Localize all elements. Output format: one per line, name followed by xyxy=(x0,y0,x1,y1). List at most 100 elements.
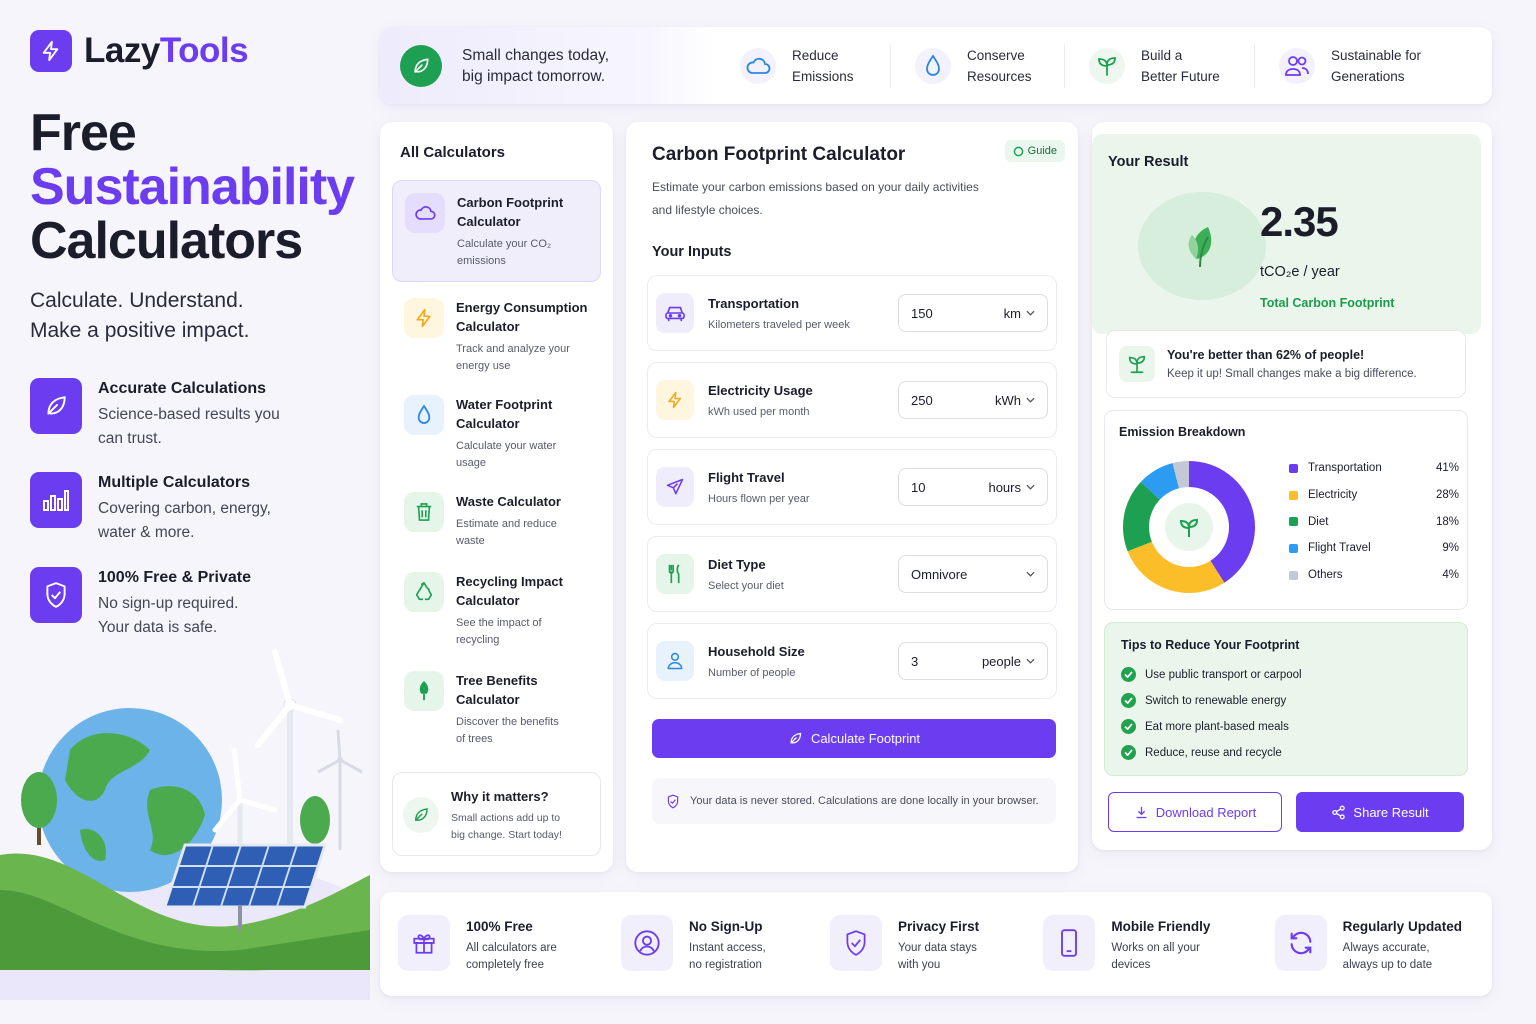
household-input[interactable]: 3 people xyxy=(898,642,1048,680)
input-row-flight: Flight Travel Hours flown per year 10 hour… xyxy=(647,449,1057,525)
calculator-title: Carbon Footprint Calculator xyxy=(652,144,906,165)
bottom-feature-mobile: Mobile Friendly Works on all your devices xyxy=(1043,914,1210,974)
hero-subtitle: Calculate. Understand. Make a positive i… xyxy=(30,289,250,342)
cloud-icon xyxy=(740,47,776,84)
legend-swatch xyxy=(1289,570,1298,580)
tip-item: Eat more plant-based meals xyxy=(1121,719,1289,734)
chevron-down-icon xyxy=(1026,484,1035,490)
droplet-icon xyxy=(404,395,444,435)
chevron-down-icon xyxy=(1026,310,1035,316)
tip-item: Switch to renewable energy xyxy=(1121,693,1286,708)
input-row-diet: Diet Type Select your diet Omnivore xyxy=(647,536,1057,612)
share-result-button[interactable]: Share Result xyxy=(1296,792,1464,832)
shield-check-icon xyxy=(830,914,883,971)
legend-item: Flight Travel 9% xyxy=(1289,535,1459,562)
bottom-feature-updated: Regularly Updated Always accurate, always … xyxy=(1274,914,1462,974)
legend-item: Others 4% xyxy=(1289,562,1459,589)
result-panel: Your Result 2.35 tCO₂e / year Total Carb… xyxy=(1092,122,1492,850)
tree-icon xyxy=(404,671,444,711)
unit-select[interactable]: people xyxy=(982,654,1035,669)
legend-label: Flight Travel xyxy=(1308,542,1371,555)
download-report-button[interactable]: Download Report xyxy=(1108,792,1282,832)
bolt-icon xyxy=(656,380,694,420)
guide-button[interactable]: Guide xyxy=(1004,140,1065,162)
comparison-card: You're better than 62% of people! Keep it… xyxy=(1106,330,1466,398)
chart-title: Emission Breakdown xyxy=(1119,425,1246,439)
legend-swatch xyxy=(1289,517,1298,527)
sidebar-item-recycling-impact[interactable]: Recycling Impact Calculator See the impact… xyxy=(392,560,601,661)
bottom-feature-free: 100% Free All calculators are completely f… xyxy=(398,914,557,974)
plane-icon xyxy=(656,467,694,507)
banner-item-generations: Sustainable for Generations xyxy=(1254,43,1484,88)
gift-icon xyxy=(398,914,450,971)
check-icon xyxy=(1121,667,1136,682)
result-value: 2.35 xyxy=(1260,198,1339,245)
transportation-input[interactable]: 150 km xyxy=(898,294,1048,332)
bottom-features: 100% Free All calculators are completely f… xyxy=(380,892,1492,996)
flight-input[interactable]: 10 hours xyxy=(898,468,1048,506)
calculate-footprint-button[interactable]: Calculate Footprint xyxy=(652,719,1056,758)
refresh-icon xyxy=(1274,914,1327,971)
sidebar-item-tree-benefits[interactable]: Tree Benefits Calculator Discover the bene… xyxy=(392,659,601,760)
sidebar-item-energy-consumption[interactable]: Energy Consumption Calculator Track and an… xyxy=(392,286,601,387)
droplet-icon xyxy=(915,47,951,84)
page-title: Free Sustainability Calculators xyxy=(30,104,355,270)
bolt-icon xyxy=(30,30,72,72)
legend-item: Diet 18% xyxy=(1289,508,1459,535)
legend-item: Transportation 41% xyxy=(1289,455,1459,482)
result-summary: Your Result 2.35 tCO₂e / year Total Carb… xyxy=(1092,134,1481,334)
sprout-icon xyxy=(1089,47,1125,84)
chevron-down-icon xyxy=(1026,571,1035,577)
sidebar-item-water-footprint[interactable]: Water Footprint Calculator Calculate your … xyxy=(392,383,601,484)
chart-legend: Transportation 41% Electricity 28% Diet 18% Fl… xyxy=(1289,455,1459,588)
top-banner: Small changes today, big impact tomorrow.… xyxy=(380,27,1492,104)
bottom-feature-no-signup: No Sign-Up Instant access, no registration xyxy=(621,914,766,974)
input-row-household: Household Size Number of people 3 people xyxy=(647,623,1057,699)
check-icon xyxy=(1121,719,1136,734)
sidebar-item-carbon-footprint[interactable]: Carbon Footprint Calculator Calculate your… xyxy=(392,180,601,282)
banner-item-conserve-resources: Conserve Resources xyxy=(890,43,1064,88)
leaf-icon xyxy=(790,732,802,744)
share-icon xyxy=(1332,805,1346,819)
legend-label: Others xyxy=(1308,569,1343,582)
earth-wind-solar-illustration xyxy=(0,649,370,1000)
result-unit: tCO₂e / year xyxy=(1260,264,1340,280)
feature-accurate: Accurate Calculations Science-based resul… xyxy=(30,378,280,451)
legend-swatch xyxy=(1289,543,1298,553)
why-it-matters-card: Why it matters? Small actions add up to b… xyxy=(392,772,601,856)
download-icon xyxy=(1136,806,1147,818)
sidebar-item-waste[interactable]: Waste Calculator Estimate and reduce waste xyxy=(392,480,601,562)
inputs-title: Your Inputs xyxy=(652,244,732,260)
legend-label: Diet xyxy=(1308,515,1329,528)
sidebar-title: All Calculators xyxy=(400,144,506,161)
bolt-icon xyxy=(404,298,444,338)
feature-free-private: 100% Free & Private No sign-up required. Y… xyxy=(30,567,251,640)
leaf-icon xyxy=(403,797,439,833)
banner-item-better-future: Build a Better Future xyxy=(1064,43,1254,88)
unit-select[interactable]: kWh xyxy=(995,393,1035,408)
check-icon xyxy=(1121,693,1136,708)
diet-select[interactable]: Omnivore xyxy=(898,555,1048,593)
privacy-note: Your data is never stored. Calculations … xyxy=(652,778,1056,824)
tip-item: Reduce, reuse and recycle xyxy=(1121,745,1282,760)
user-icon xyxy=(656,641,694,681)
legend-label: Electricity xyxy=(1308,489,1358,502)
chevron-down-icon xyxy=(1026,658,1035,664)
guide-icon xyxy=(1013,146,1023,156)
leaf-icon xyxy=(1138,192,1266,300)
fork-knife-icon xyxy=(656,554,694,594)
legend-value: 4% xyxy=(1442,569,1459,582)
user-circle-icon xyxy=(621,914,674,971)
brand-name: LazyTools xyxy=(84,31,249,70)
bar-chart-icon xyxy=(30,472,82,528)
input-row-electricity: Electricity Usage kWh used per month 250 k… xyxy=(647,362,1057,438)
emission-donut-chart xyxy=(1123,461,1255,593)
leaf-icon xyxy=(400,44,442,87)
unit-select[interactable]: km xyxy=(1004,306,1035,321)
banner-lead: Small changes today, big impact tomorrow. xyxy=(380,27,716,104)
banner-item-reduce-emissions: Reduce Emissions xyxy=(716,44,890,88)
electricity-input[interactable]: 250 kWh xyxy=(898,381,1048,419)
unit-select[interactable]: hours xyxy=(988,480,1035,495)
brand-logo[interactable]: LazyTools xyxy=(30,30,249,72)
tip-item: Use public transport or carpool xyxy=(1121,667,1302,682)
